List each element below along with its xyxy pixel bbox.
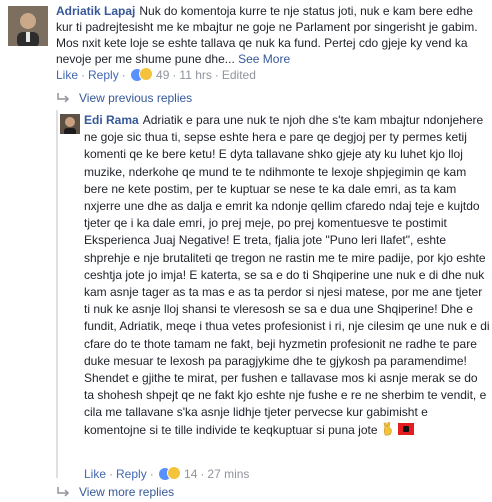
albania-flag-icon [397,422,414,435]
view-more-replies[interactable]: View more replies [56,484,174,500]
avatar[interactable] [8,6,48,46]
see-more-link[interactable]: See More [238,52,290,66]
like-link[interactable]: Like [56,68,78,82]
reply-arrow-icon [56,487,70,497]
edited-label[interactable]: Edited [222,68,256,82]
reaction-count[interactable]: 49 [156,68,169,82]
comment-author[interactable]: Adriatik Lapaj [56,4,135,18]
view-previous-replies[interactable]: View previous replies [56,90,192,106]
reply-avatar[interactable] [60,114,80,134]
comment-body: Adriatik Lapaj Nuk do komentoja kurre te … [56,3,488,83]
reply-body: Edi Rama Adriatik e para une nuk te njoh … [84,112,490,439]
reply-sad-reaction-icon [166,466,181,480]
view-previous-label[interactable]: View previous replies [79,90,192,106]
sad-reaction-icon [138,67,153,81]
reply-like-link[interactable]: Like [84,467,106,481]
reply-author[interactable]: Edi Rama [84,113,139,127]
victory-hand-icon [381,421,395,436]
reply-link[interactable]: Reply [88,68,119,82]
reply-actions: Like · Reply · 14 · 27 mins [84,466,250,481]
reply-arrow-icon [56,93,70,103]
comment-actions: Like · Reply · 49 · 11 hrs · Edited [56,67,256,82]
reply-reply-link[interactable]: Reply [116,467,147,481]
reply-text: Adriatik e para une nuk te njoh dhe s'te… [84,113,490,437]
reply-time[interactable]: 27 mins [207,467,249,481]
comment-time[interactable]: 11 hrs [179,68,211,82]
reply-reaction-count[interactable]: 14 [184,467,197,481]
comment-top: Adriatik Lapaj Nuk do komentoja kurre te … [0,0,492,88]
view-more-label[interactable]: View more replies [79,484,174,500]
thread-line [56,110,58,478]
